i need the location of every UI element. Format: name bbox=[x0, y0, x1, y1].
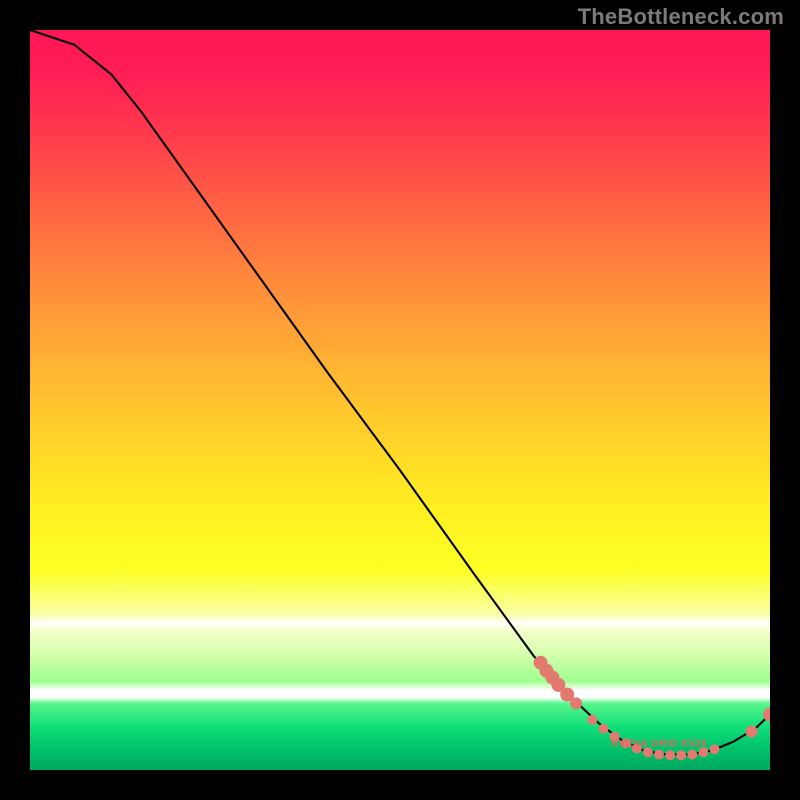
bottleneck-curve bbox=[30, 30, 770, 755]
curve-svg bbox=[30, 30, 770, 770]
data-point-marker bbox=[570, 697, 582, 709]
marker-layer bbox=[534, 656, 770, 761]
data-point-marker bbox=[643, 747, 653, 757]
data-point-marker bbox=[665, 750, 675, 760]
plot-area: NVIDIA GRID K520 bbox=[30, 30, 770, 770]
data-point-marker bbox=[610, 732, 620, 742]
data-point-marker bbox=[746, 726, 758, 738]
data-point-marker bbox=[632, 744, 642, 754]
data-point-marker bbox=[710, 744, 720, 754]
data-point-marker bbox=[654, 750, 664, 760]
watermark-text: TheBottleneck.com bbox=[578, 4, 784, 30]
data-point-marker bbox=[587, 715, 597, 725]
data-point-marker bbox=[698, 747, 708, 757]
data-point-marker bbox=[621, 738, 631, 748]
data-point-marker bbox=[687, 750, 697, 760]
data-point-marker bbox=[676, 750, 686, 760]
data-point-marker bbox=[599, 724, 609, 734]
chart-stage: TheBottleneck.com NVIDIA GRID K520 bbox=[0, 0, 800, 800]
